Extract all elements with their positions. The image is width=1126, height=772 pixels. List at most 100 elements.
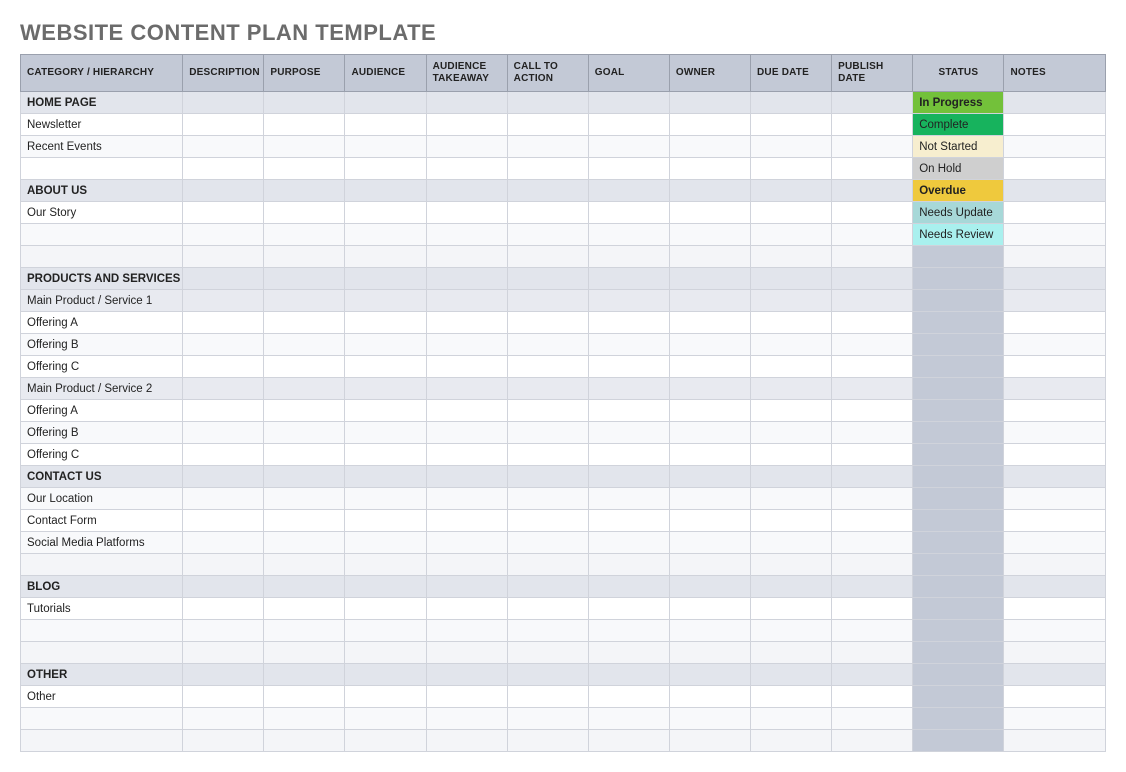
table-row: Our Location	[21, 488, 1106, 510]
cell-category: Offering A	[21, 400, 183, 422]
cell-empty	[264, 224, 345, 246]
cell-empty	[669, 488, 750, 510]
table-row: OTHER	[21, 664, 1106, 686]
cell-empty	[426, 136, 507, 158]
cell-empty	[1004, 466, 1106, 488]
table-row	[21, 708, 1106, 730]
cell-empty	[426, 708, 507, 730]
cell-empty	[1004, 114, 1106, 136]
cell-empty	[507, 532, 588, 554]
cell-category: Other	[21, 686, 183, 708]
table-row: Needs Review	[21, 224, 1106, 246]
cell-empty	[1004, 686, 1106, 708]
cell-empty	[426, 268, 507, 290]
cell-empty	[751, 378, 832, 400]
cell-empty	[345, 642, 426, 664]
cell-empty	[345, 576, 426, 598]
cell-status	[913, 708, 1004, 730]
cell-empty	[345, 422, 426, 444]
cell-empty	[832, 290, 913, 312]
cell-empty	[264, 334, 345, 356]
cell-category: Recent Events	[21, 136, 183, 158]
cell-empty	[1004, 444, 1106, 466]
cell-empty	[669, 686, 750, 708]
cell-empty	[751, 356, 832, 378]
cell-status	[913, 268, 1004, 290]
table-row: Offering B	[21, 334, 1106, 356]
cell-empty	[669, 202, 750, 224]
cell-empty	[588, 356, 669, 378]
cell-empty	[264, 532, 345, 554]
cell-empty	[1004, 312, 1106, 334]
col-header-notes: NOTES	[1004, 55, 1106, 92]
cell-empty	[588, 620, 669, 642]
cell-empty	[669, 114, 750, 136]
cell-empty	[426, 378, 507, 400]
cell-empty	[507, 642, 588, 664]
table-row: Contact Form	[21, 510, 1106, 532]
cell-empty	[1004, 510, 1106, 532]
cell-empty	[183, 686, 264, 708]
cell-empty	[832, 532, 913, 554]
cell-empty	[426, 356, 507, 378]
cell-empty	[183, 510, 264, 532]
cell-empty	[264, 422, 345, 444]
cell-empty	[345, 268, 426, 290]
cell-category: Tutorials	[21, 598, 183, 620]
cell-empty	[345, 730, 426, 752]
cell-empty	[183, 598, 264, 620]
cell-category: Main Product / Service 1	[21, 290, 183, 312]
cell-empty	[264, 488, 345, 510]
cell-empty	[588, 136, 669, 158]
cell-empty	[264, 290, 345, 312]
cell-empty	[183, 290, 264, 312]
table-row: Offering A	[21, 312, 1106, 334]
cell-empty	[264, 598, 345, 620]
cell-empty	[669, 246, 750, 268]
cell-empty	[426, 400, 507, 422]
cell-status: Needs Review	[913, 224, 1004, 246]
cell-empty	[345, 224, 426, 246]
cell-empty	[669, 290, 750, 312]
cell-empty	[507, 290, 588, 312]
cell-status	[913, 642, 1004, 664]
cell-status	[913, 378, 1004, 400]
cell-empty	[588, 400, 669, 422]
cell-empty	[264, 92, 345, 114]
cell-empty	[264, 510, 345, 532]
table-row: Other	[21, 686, 1106, 708]
cell-empty	[345, 92, 426, 114]
cell-empty	[183, 224, 264, 246]
cell-empty	[345, 400, 426, 422]
cell-empty	[1004, 202, 1106, 224]
cell-empty	[832, 180, 913, 202]
cell-empty	[751, 686, 832, 708]
cell-empty	[507, 224, 588, 246]
cell-empty	[426, 510, 507, 532]
cell-empty	[669, 268, 750, 290]
cell-category: Offering C	[21, 356, 183, 378]
cell-empty	[345, 686, 426, 708]
cell-empty	[264, 180, 345, 202]
table-row: Recent EventsNot Started	[21, 136, 1106, 158]
cell-empty	[751, 510, 832, 532]
cell-empty	[751, 290, 832, 312]
cell-empty	[832, 158, 913, 180]
cell-status	[913, 730, 1004, 752]
cell-empty	[426, 180, 507, 202]
cell-empty	[588, 158, 669, 180]
cell-category: Social Media Platforms	[21, 532, 183, 554]
cell-empty	[588, 180, 669, 202]
cell-empty	[183, 158, 264, 180]
cell-status	[913, 620, 1004, 642]
cell-empty	[669, 400, 750, 422]
cell-empty	[264, 158, 345, 180]
cell-empty	[669, 378, 750, 400]
cell-empty	[345, 114, 426, 136]
cell-empty	[264, 730, 345, 752]
cell-empty	[751, 312, 832, 334]
cell-empty	[1004, 422, 1106, 444]
cell-empty	[1004, 268, 1106, 290]
table-header-row: CATEGORY / HIERARCHY DESCRIPTION PURPOSE…	[21, 55, 1106, 92]
cell-empty	[183, 576, 264, 598]
